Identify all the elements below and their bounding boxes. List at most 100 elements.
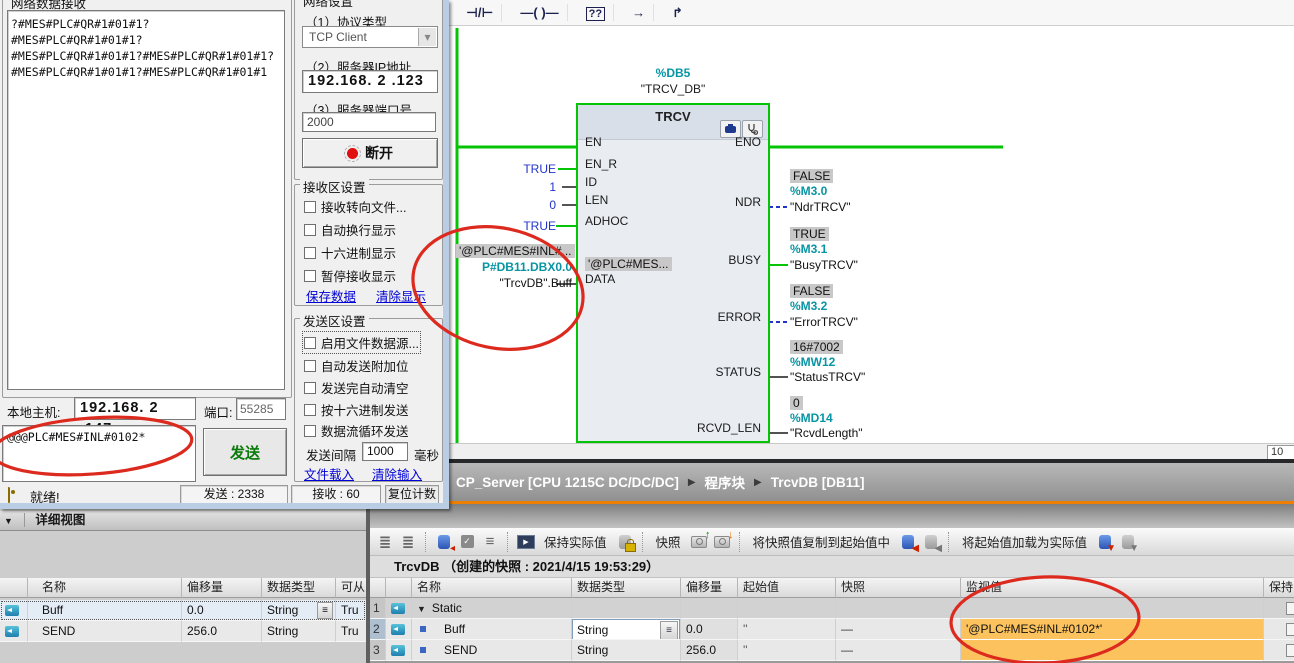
dropdown-icon[interactable]: ▾	[418, 28, 436, 46]
busy-operand[interactable]: "BusyTRCV"	[790, 258, 858, 272]
pin-id[interactable]: ID	[585, 175, 597, 189]
snapshot-download-icon[interactable]: ↓	[713, 533, 731, 551]
col-name[interactable]: 名称	[412, 578, 572, 598]
checkbox[interactable]	[304, 270, 316, 282]
list-icon[interactable]: ≡	[481, 533, 499, 551]
breadcrumb-device[interactable]: CP_Server [CPU 1215C DC/DC/DC]	[456, 475, 679, 490]
insert-row-icon[interactable]: ≣	[376, 533, 394, 551]
add-row-icon[interactable]: ≣	[399, 533, 417, 551]
nc-contact-icon[interactable]: ⊣/⊢	[458, 4, 502, 22]
receive-textarea[interactable]: ?#MES#PLC#QR#1#01#1?#MES#PLC#QR#1#01#1? …	[7, 10, 285, 390]
col-retain[interactable]: 保持	[1264, 578, 1294, 598]
server-port-input[interactable]: 2000	[302, 112, 436, 132]
expand-arrow-icon[interactable]: ▼	[417, 604, 426, 614]
send-option-2[interactable]: 发送完自动清空	[304, 378, 409, 397]
db-lock-icon[interactable]	[616, 533, 634, 551]
open-branch-icon[interactable]: →	[624, 4, 654, 21]
checkbox[interactable]	[304, 337, 316, 349]
db-copy-left-gray-icon[interactable]: ◀	[922, 533, 940, 551]
coil-icon[interactable]: —( )—	[512, 4, 567, 21]
close-branch-icon[interactable]: ↱	[664, 4, 691, 22]
pin-en[interactable]: EN	[585, 135, 602, 149]
pin-en-r[interactable]: EN_R	[585, 157, 617, 171]
disconnect-button[interactable]: 断开	[302, 138, 438, 168]
detail-row-buff[interactable]: Buff 0.0 String ≡ Tru	[0, 600, 366, 621]
snapshot-upload-icon[interactable]: ↑	[690, 533, 708, 551]
error-operand[interactable]: "ErrorTRCV"	[790, 315, 858, 329]
pin-busy[interactable]: BUSY	[728, 253, 761, 267]
keep-actual-values-button[interactable]: 保持实际值	[540, 531, 611, 552]
collapse-icon[interactable]: ▼	[4, 516, 13, 526]
detail-row-send[interactable]: SEND 256.0 String Tru	[0, 621, 366, 642]
id-value[interactable]: 1	[462, 180, 556, 194]
rcvdlen-operand[interactable]: "RcvdLength"	[790, 426, 863, 440]
local-port-input[interactable]: 55285	[236, 398, 286, 420]
recv-option-3[interactable]: 暂停接收显示	[304, 266, 396, 285]
checkbox[interactable]	[304, 360, 316, 372]
snapshot-button[interactable]: 快照	[652, 531, 685, 552]
checkbox[interactable]	[304, 382, 316, 394]
pin-status[interactable]: STATUS	[715, 365, 761, 379]
datatype-list-icon[interactable]: ≡	[317, 602, 333, 619]
table-row-buff[interactable]: 2 Buff String ≡ 0.0 '' — '@PLC#MES#INL#0…	[370, 619, 1294, 640]
data-operand[interactable]: "TrcvDB".Buff	[432, 276, 572, 290]
adhoc-value[interactable]: TRUE	[462, 219, 556, 233]
pin-rcvd-len[interactable]: RCVD_LEN	[697, 421, 761, 435]
table-row-static[interactable]: 1 ▼Static	[370, 598, 1294, 619]
send-option-4[interactable]: 数据流循环发送	[304, 421, 409, 440]
dcol-offset[interactable]: 偏移量	[182, 578, 262, 598]
datatype-combobox[interactable]: String ≡	[572, 619, 680, 640]
ndr-operand[interactable]: "NdrTRCV"	[790, 200, 851, 214]
pin-eno[interactable]: ENO	[735, 135, 761, 149]
recv-option-1[interactable]: 自动换行显示	[304, 220, 396, 239]
db-copy-left-icon[interactable]: ◀	[899, 533, 917, 551]
protocol-select[interactable]: TCP Client ▾	[302, 26, 438, 48]
breadcrumb-folder[interactable]: 程序块	[705, 472, 746, 492]
checkbox[interactable]	[304, 247, 316, 259]
clear-input-link[interactable]: 清除输入	[372, 464, 422, 483]
save-data-link[interactable]: 保存数据	[306, 286, 356, 305]
retain-checkbox[interactable]	[1286, 602, 1294, 615]
network-debug-tool-window[interactable]: 网络数据接收 ?#MES#PLC#QR#1#01#1?#MES#PLC#QR#1…	[0, 0, 449, 509]
recv-option-0[interactable]: 接收转向文件...	[304, 197, 406, 216]
checkbox[interactable]	[304, 201, 316, 213]
send-textarea[interactable]: @@@PLC#MES#INL#0102*	[2, 425, 196, 482]
table-row-send[interactable]: 3 SEND String 256.0 '' — ''	[370, 640, 1294, 661]
len-value[interactable]: 0	[462, 198, 556, 212]
db-load-down-icon[interactable]: ▼	[1096, 533, 1114, 551]
dcol-name[interactable]: 名称	[28, 578, 182, 598]
retain-checkbox[interactable]	[1286, 623, 1294, 636]
col-type[interactable]: 数据类型	[572, 578, 681, 598]
checkbox[interactable]	[304, 224, 316, 236]
edit-check-icon[interactable]: ✓	[458, 533, 476, 551]
col-monitor[interactable]: 监视值	[961, 578, 1264, 598]
pin-error[interactable]: ERROR	[718, 310, 761, 324]
send-interval-input[interactable]: 1000	[362, 442, 408, 461]
pin-len[interactable]: LEN	[585, 193, 608, 207]
pin-adhoc[interactable]: ADHOC	[585, 214, 628, 228]
pin-data[interactable]: DATA	[585, 272, 615, 286]
col-offset[interactable]: 偏移量	[681, 578, 738, 598]
trcv-function-block[interactable]: TRCV EN EN_R ID LEN ADHOC '@PLC#MES... D…	[576, 103, 770, 443]
file-load-link[interactable]: 文件载入	[304, 464, 354, 483]
reset-counter-button[interactable]: 复位计数	[385, 485, 439, 504]
recv-option-2[interactable]: 十六进制显示	[304, 243, 396, 262]
en-r-value[interactable]: TRUE	[462, 162, 556, 176]
dcol-type[interactable]: 数据类型	[262, 578, 336, 598]
monitor-all-icon[interactable]: ▶	[517, 533, 535, 551]
copy-snapshot-to-start-button[interactable]: 将快照值复制到起始值中	[749, 531, 895, 552]
status-operand[interactable]: "StatusTRCV"	[790, 370, 865, 384]
panel-splitter[interactable]	[366, 504, 370, 663]
server-ip-input[interactable]: 192.168. 2 .123	[302, 70, 438, 93]
col-start[interactable]: 起始值	[738, 578, 836, 598]
breadcrumb-block[interactable]: TrcvDB [DB11]	[771, 475, 865, 490]
local-host-input[interactable]: 192.168. 2 .147	[74, 397, 196, 420]
pin-ndr[interactable]: NDR	[735, 195, 761, 209]
send-button[interactable]: 发送	[203, 428, 287, 476]
clear-display-link[interactable]: 清除显示	[376, 286, 426, 305]
checkbox[interactable]	[304, 404, 316, 416]
empty-box-icon[interactable]: ??	[578, 4, 614, 21]
load-db-icon[interactable]: ◂	[435, 533, 453, 551]
datatype-list-icon[interactable]: ≡	[660, 621, 678, 640]
db-load-down-gray-icon[interactable]: ▼	[1119, 533, 1137, 551]
